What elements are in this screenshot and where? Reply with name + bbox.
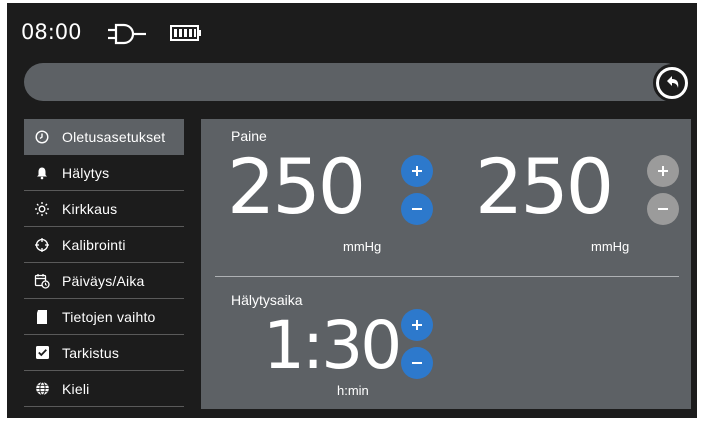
minus-icon xyxy=(412,362,422,364)
sidebar-item-oletusasetukset[interactable]: Oletusasetukset xyxy=(24,119,184,155)
pressure-right-value: 250 xyxy=(475,142,614,231)
back-button[interactable] xyxy=(653,64,691,102)
battery-icon xyxy=(170,25,202,45)
plus-icon xyxy=(412,320,422,330)
checkbox-icon xyxy=(32,343,52,363)
sidebar-item-kirkkaus[interactable]: Kirkkaus xyxy=(24,191,184,227)
sidebar-item-label: Kirkkaus xyxy=(62,200,118,217)
bell-icon xyxy=(32,163,52,183)
pressure-right-unit: mmHg xyxy=(591,239,630,254)
status-bar: 08:00 xyxy=(7,3,697,59)
power-plug-icon xyxy=(107,23,147,49)
title-bar xyxy=(24,63,684,101)
brightness-icon xyxy=(32,199,52,219)
crosshair-icon xyxy=(32,235,52,255)
pressure-left-decrease-button[interactable] xyxy=(401,193,433,225)
plus-icon xyxy=(658,166,668,176)
alarm-time-decrease-button[interactable] xyxy=(401,347,433,379)
alarm-time-label: Hälytysaika xyxy=(231,292,303,308)
sidebar-item-tietojen-vaihto[interactable]: Tietojen vaihto xyxy=(24,299,184,335)
alarm-time-unit: h:min xyxy=(337,383,369,398)
calendar-clock-icon xyxy=(32,271,52,291)
minus-icon xyxy=(412,208,422,210)
sidebar-menu: Oletusasetukset Hälytys Kirkkaus Kalibro… xyxy=(24,119,184,407)
sidebar-item-label: Tarkistus xyxy=(62,344,120,361)
pressure-left-unit: mmHg xyxy=(343,239,382,254)
pressure-right-decrease-button[interactable] xyxy=(647,193,679,225)
pressure-right-increase-button[interactable] xyxy=(647,155,679,187)
section-divider xyxy=(215,276,679,277)
device-screen: 08:00 Oletusasetukset Hälytys Kirkkaus K… xyxy=(7,3,697,418)
clock-icon xyxy=(32,127,52,147)
sidebar-item-halytys[interactable]: Hälytys xyxy=(24,155,184,191)
sidebar-item-label: Oletusasetukset xyxy=(62,128,166,145)
sidebar-item-kalibrointi[interactable]: Kalibrointi xyxy=(24,227,184,263)
settings-panel: Paine 250 mmHg 250 mmHg Hälytysaika 1:30… xyxy=(201,119,691,409)
back-arrow-icon xyxy=(659,70,685,96)
minus-icon xyxy=(658,208,668,210)
sidebar-item-kieli[interactable]: Kieli xyxy=(24,371,184,407)
sidebar-item-tarkistus[interactable]: Tarkistus xyxy=(24,335,184,371)
sidebar-item-label: Hälytys xyxy=(62,164,110,181)
plus-icon xyxy=(412,166,422,176)
sidebar-item-label: Päiväys/Aika xyxy=(62,272,145,289)
globe-icon xyxy=(32,379,52,399)
pressure-left-value: 250 xyxy=(227,142,366,231)
sidebar-item-label: Tietojen vaihto xyxy=(62,308,156,325)
alarm-time-increase-button[interactable] xyxy=(401,309,433,341)
alarm-time-value: 1:30 xyxy=(263,307,402,384)
sidebar-item-paivays-aika[interactable]: Päiväys/Aika xyxy=(24,263,184,299)
sidebar-item-label: Kalibrointi xyxy=(62,236,126,253)
pressure-left-increase-button[interactable] xyxy=(401,155,433,187)
clock-time: 08:00 xyxy=(21,20,82,44)
sd-card-icon xyxy=(32,307,52,327)
sidebar-item-label: Kieli xyxy=(62,380,90,397)
